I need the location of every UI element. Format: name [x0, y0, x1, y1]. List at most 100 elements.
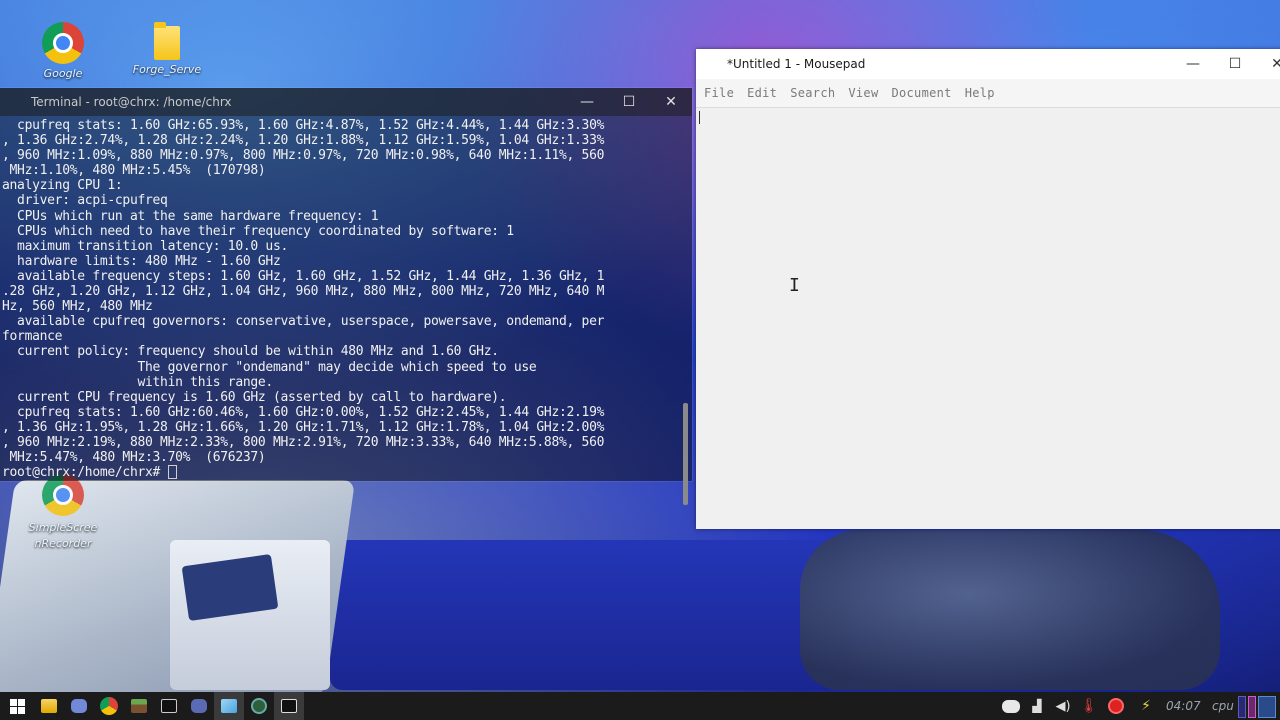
volume-icon: ◀): [1055, 698, 1071, 714]
menu-file[interactable]: File: [700, 79, 743, 107]
menu-search[interactable]: Search: [786, 79, 844, 107]
recorder-icon: [251, 698, 267, 714]
terminal-cursor: [167, 465, 177, 479]
menu-edit[interactable]: Edit: [743, 79, 786, 107]
close-button[interactable]: ✕: [650, 88, 692, 116]
discord-icon: [191, 699, 207, 713]
signal-icon: ▟: [1032, 699, 1042, 713]
chrome-icon: [42, 22, 84, 64]
mousepad-title: *Untitled 1 - Mousepad: [727, 57, 866, 71]
terminal-titlebar[interactable]: Terminal - root@chrx: /home/chrx — ☐ ✕: [0, 88, 692, 116]
taskbar-terminal[interactable]: [154, 692, 184, 720]
thermometer-icon: 🌡: [1080, 698, 1098, 714]
terminal-prompt: root@chrx:/home/chrx#: [2, 465, 168, 479]
taskbar-terminal-active[interactable]: [274, 692, 304, 720]
menu-view[interactable]: View: [844, 79, 887, 107]
terminal-line: MHz:1.10%, 480 MHz:5.45% (170798): [2, 163, 266, 179]
clock[interactable]: 04:07: [1166, 699, 1201, 713]
terminal-line: available frequency steps: 1.60 GHz, 1.6…: [2, 268, 605, 284]
terminal-line: maximum transition latency: 10.0 us.: [2, 238, 289, 254]
menu-document[interactable]: Document: [887, 79, 960, 107]
terminal-output[interactable]: cpufreq stats: 1.60 GHz:65.93%, 1.60 GHz…: [2, 118, 680, 479]
terminal-title: Terminal - root@chrx: /home/chrx: [31, 95, 232, 109]
ibeam-cursor-icon: I: [789, 275, 800, 296]
taskbar-discord[interactable]: [64, 692, 94, 720]
tray-discord[interactable]: [1000, 692, 1022, 720]
terminal-icon: [161, 699, 177, 713]
text-caret: [699, 111, 700, 124]
menu-help[interactable]: Help: [961, 79, 1004, 107]
terminal-line: current CPU frequency is 1.60 GHz (asser…: [2, 389, 507, 405]
maximize-button[interactable]: ☐: [608, 88, 650, 116]
start-button[interactable]: [2, 692, 32, 720]
tray-power[interactable]: ⚡: [1134, 692, 1158, 720]
terminal-line: , 960 MHz:1.09%, 880 MHz:0.97%, 800 MHz:…: [2, 148, 605, 164]
desktop-icon-simplescreenrecorder[interactable]: SimpleScree nRecorder: [18, 474, 108, 552]
terminal-line: available cpufreq governors: conservativ…: [2, 314, 605, 330]
terminal-line: current policy: frequency should be with…: [2, 344, 499, 360]
mousepad-window[interactable]: *Untitled 1 - Mousepad — ☐ ✕ File Edit S…: [696, 49, 1280, 529]
terminal-line: , 960 MHz:2.19%, 880 MHz:2.33%, 800 MHz:…: [2, 434, 605, 450]
tray-volume[interactable]: ◀): [1052, 692, 1074, 720]
terminal-line: Hz, 560 MHz, 480 MHz: [2, 299, 153, 315]
desktop-icon-google[interactable]: Google: [18, 22, 108, 82]
cpu-graph-bar: [1238, 696, 1246, 718]
taskbar: ▟ ◀) 🌡 ⚡ 04:07 cpu: [0, 692, 1280, 720]
terminal-line: .28 GHz, 1.20 GHz, 1.12 GHz, 1.04 GHz, 9…: [2, 284, 605, 300]
taskbar-recorder[interactable]: [244, 692, 274, 720]
windows-logo-icon: [9, 698, 25, 714]
terminal-scrollbar[interactable]: [682, 118, 690, 505]
terminal-line: , 1.36 GHz:2.74%, 1.28 GHz:2.24%, 1.20 G…: [2, 133, 605, 149]
terminal-prompt-line[interactable]: root@chrx:/home/chrx#: [2, 465, 680, 479]
terminal-line: within this range.: [2, 374, 273, 390]
minimize-icon: —: [1186, 56, 1200, 72]
folder-icon: [41, 699, 57, 713]
minimize-button[interactable]: —: [566, 88, 608, 116]
terminal-line: CPUs which need to have their frequency …: [2, 223, 514, 239]
tray-record[interactable]: [1104, 692, 1128, 720]
desktop-icon-label: SimpleScree nRecorder: [28, 521, 98, 550]
minimize-button[interactable]: —: [1172, 49, 1214, 79]
scrollbar-thumb[interactable]: [683, 403, 688, 505]
terminal-line: , 1.36 GHz:1.95%, 1.28 GHz:1.66%, 1.20 G…: [2, 419, 605, 435]
terminal-line: driver: acpi-cpufreq: [2, 193, 168, 209]
terminal-line: cpufreq stats: 1.60 GHz:65.93%, 1.60 GHz…: [2, 118, 605, 133]
record-icon: [1108, 698, 1124, 714]
mousepad-titlebar[interactable]: *Untitled 1 - Mousepad — ☐ ✕: [696, 49, 1280, 79]
terminal-line: CPUs which run at the same hardware freq…: [2, 208, 379, 224]
desktop-icon-forge-server[interactable]: Forge_Serve: [122, 22, 212, 78]
taskbar-chrome[interactable]: [94, 692, 124, 720]
terminal-line: formance: [2, 329, 63, 345]
terminal-window[interactable]: Terminal - root@chrx: /home/chrx — ☐ ✕ c…: [0, 88, 692, 505]
wallpaper-chair: [800, 530, 1220, 690]
minimize-icon: —: [580, 94, 594, 110]
power-bolt-icon: ⚡: [1141, 698, 1151, 714]
close-button[interactable]: ✕: [1256, 49, 1280, 79]
cpu-graph-bar: [1248, 696, 1256, 718]
terminal-line: cpufreq stats: 1.60 GHz:60.46%, 1.60 GHz…: [2, 404, 605, 420]
maximize-icon: ☐: [622, 94, 636, 110]
maximize-button[interactable]: ☐: [1214, 49, 1256, 79]
folder-icon: [154, 22, 180, 60]
close-icon: ✕: [1271, 56, 1280, 72]
terminal-line: The governor "ondemand" may decide which…: [2, 359, 537, 375]
maximize-icon: ☐: [1228, 56, 1242, 72]
cpu-graph-bar: [1258, 696, 1276, 718]
taskbar-mousepad[interactable]: [214, 692, 244, 720]
tray-temperature[interactable]: 🌡: [1080, 692, 1098, 720]
desktop-icon-label: Google: [43, 67, 83, 80]
terminal-icon: [281, 699, 297, 713]
taskbar-minecraft[interactable]: [124, 692, 154, 720]
mousepad-text-area[interactable]: I: [696, 108, 1280, 529]
chrome-icon: [100, 697, 118, 715]
terminal-line: hardware limits: 480 MHz - 1.60 GHz: [2, 253, 281, 269]
taskbar-file-manager[interactable]: [34, 692, 64, 720]
taskbar-discord-2[interactable]: [184, 692, 214, 720]
close-icon: ✕: [665, 94, 677, 110]
wallpaper-floor: [330, 540, 850, 690]
discord-icon: [1002, 699, 1020, 713]
tray-network[interactable]: ▟: [1028, 692, 1046, 720]
desktop-icon-label: Forge_Serve: [132, 63, 202, 76]
terminal-line: MHz:5.47%, 480 MHz:3.70% (676237): [2, 450, 266, 466]
discord-icon: [71, 699, 87, 713]
